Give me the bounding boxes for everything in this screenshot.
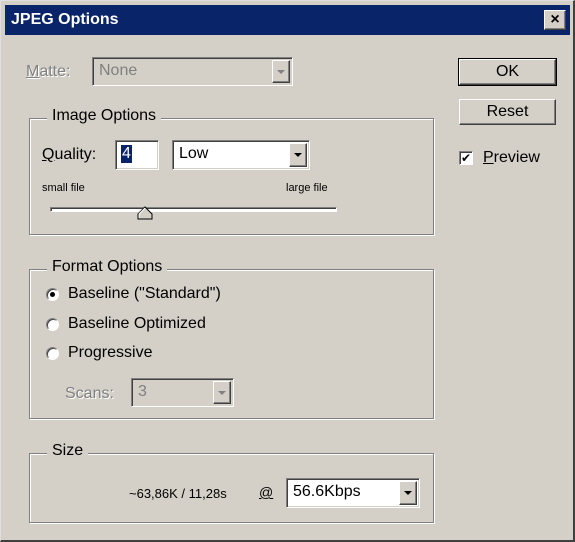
baseline-optimized-label[interactable]: Baseline Optimized [68,315,206,333]
jpeg-options-dialog: JPEG Options × Matte: None Image Options… [0,0,575,542]
image-options-group [29,118,434,235]
title-bar: JPEG Options × [5,5,570,35]
scans-select[interactable]: 3 [131,378,234,407]
quality-input-value: 4 [121,145,132,163]
close-icon[interactable]: × [544,10,566,30]
preview-checkbox[interactable]: ✔ [459,151,473,165]
dialog-title: JPEG Options [11,11,119,28]
baseline-standard-label[interactable]: Baseline ("Standard") [68,285,221,303]
progressive-label[interactable]: Progressive [68,344,152,362]
matte-select-value: None [99,62,138,79]
at-symbol: @ [259,484,274,500]
scans-select-value: 3 [138,383,147,400]
connection-speed-value: 56.6Kbps [293,483,361,500]
reset-button[interactable]: Reset [459,99,556,125]
baseline-optimized-radio[interactable] [46,318,59,331]
chevron-down-icon[interactable] [289,143,307,167]
preview-label[interactable]: Preview [483,149,540,167]
scans-label: Scans: [65,385,114,402]
matte-label: Matte: [26,63,71,80]
chevron-down-icon [213,381,231,404]
format-options-legend: Format Options [47,258,168,276]
slider-max-label: large file [286,182,328,194]
quality-input[interactable]: 4 [115,140,159,170]
ok-button[interactable]: OK [458,58,557,86]
baseline-standard-radio[interactable] [46,288,59,301]
quality-label: Quality: [42,146,97,163]
chevron-down-icon[interactable] [399,481,417,505]
radio-selected-dot [50,292,55,297]
image-options-legend: Image Options [47,107,162,125]
size-legend: Size [47,442,89,460]
progressive-radio[interactable] [46,347,59,360]
quality-slider-track[interactable] [50,207,337,212]
quality-slider-thumb[interactable] [137,206,154,220]
slider-min-label: small file [42,182,85,194]
matte-select[interactable]: None [92,57,293,86]
connection-speed-select[interactable]: 56.6Kbps [286,478,420,508]
size-estimate: ~63,86K / 11,28s [129,486,227,501]
quality-preset-select[interactable]: Low [172,140,310,170]
chevron-down-icon [272,60,290,83]
quality-preset-value: Low [179,145,209,162]
